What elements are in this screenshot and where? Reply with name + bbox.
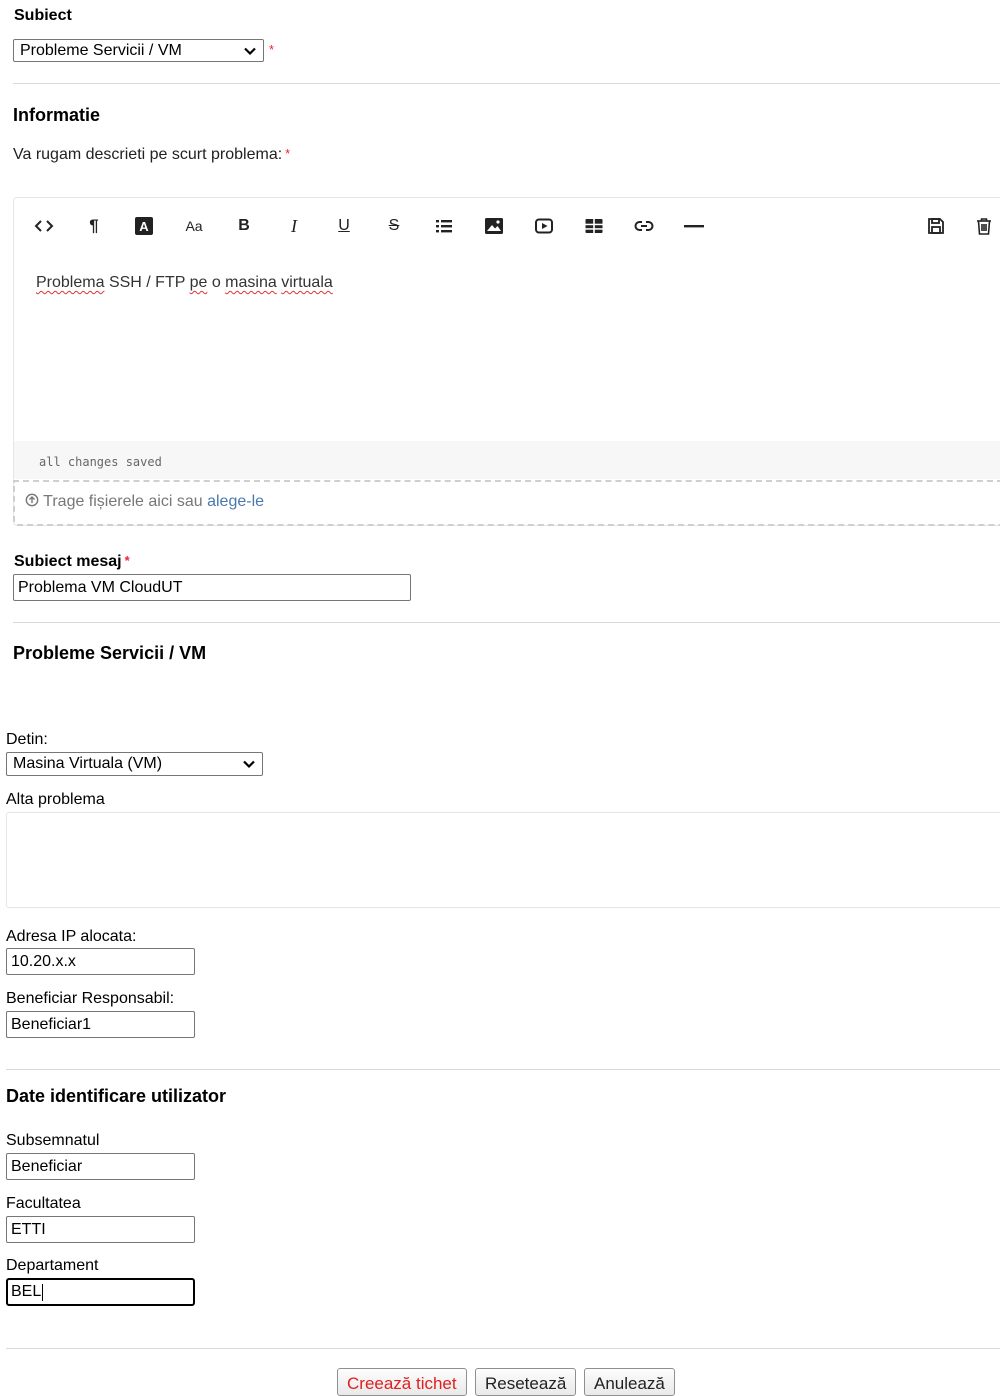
ip-input[interactable]: 10.20.x.x (6, 948, 195, 975)
divider (13, 83, 1000, 84)
faculty-input[interactable]: ETTI (6, 1216, 195, 1243)
table-button[interactable] (582, 214, 606, 238)
subject-required-mark: * (269, 42, 275, 57)
video-button[interactable] (532, 214, 556, 238)
rich-text-editor: ¶ A Aa B I U S Problema SSH / FTP pe o m… (13, 197, 1000, 526)
beneficiary-input[interactable]: Beneficiar1 (6, 1011, 195, 1038)
message-subject-required-mark: * (124, 553, 130, 568)
link-button[interactable] (632, 214, 656, 238)
editor-word: SSH / FTP (108, 274, 186, 291)
beneficiary-label: Beneficiar Responsabil: (6, 990, 175, 1007)
beneficiary-value: Beneficiar1 (11, 1015, 92, 1033)
text-color-icon: A (135, 217, 153, 235)
underline-button[interactable]: U (332, 214, 356, 238)
ip-label: Adresa IP alocata: (6, 928, 137, 945)
message-subject-input[interactable]: Problema VM CloudUT (13, 574, 411, 601)
paragraph-icon: ¶ (89, 216, 99, 235)
strikethrough-icon: S (388, 217, 400, 234)
horizontal-rule-button[interactable] (682, 214, 706, 238)
text-color-button[interactable]: A (132, 214, 156, 238)
reset-button[interactable]: Resetează (475, 1368, 577, 1396)
subject-select[interactable]: Probleme Servicii / VM (13, 39, 264, 62)
table-icon (585, 219, 603, 233)
faculty-value: ETTI (11, 1220, 46, 1238)
subject-select-value: Probleme Servicii / VM (20, 41, 182, 59)
message-subject-label: Subiect mesaj * (14, 553, 130, 571)
department-label: Departament (6, 1257, 99, 1274)
cancel-button[interactable]: Anulează (584, 1368, 675, 1396)
bold-button[interactable]: B (232, 214, 256, 238)
dropzone-text: Trage fișierele aici sau (43, 493, 203, 510)
faculty-label: Facultatea (6, 1195, 81, 1212)
upload-icon (25, 493, 39, 507)
department-input[interactable]: BEL (6, 1278, 195, 1306)
description-prompt: Va rugam descrieti pe scurt problema: * (13, 146, 290, 164)
editor-word: pe (189, 274, 208, 291)
editor-content[interactable]: Problema SSH / FTP pe o masina virtuala (36, 274, 333, 292)
subject-label: Subiect (14, 7, 72, 24)
detin-select[interactable]: Masina Virtuala (VM) (6, 752, 263, 776)
message-subject-value: Problema VM CloudUT (18, 578, 183, 596)
other-problem-textarea[interactable] (6, 812, 1000, 908)
font-size-icon: Aa (185, 218, 203, 234)
font-size-button[interactable]: Aa (182, 214, 206, 238)
divider (6, 1069, 1000, 1070)
link-icon (634, 221, 654, 231)
divider (6, 1348, 1000, 1349)
file-dropzone[interactable]: Trage fișierele aici sau alege-le (13, 480, 1000, 526)
other-problem-label: Alta problema (6, 791, 105, 808)
text-caret (42, 1283, 44, 1301)
italic-icon: I (291, 215, 297, 236)
editor-word: masina (225, 274, 277, 291)
video-icon (535, 218, 553, 234)
detin-select-value: Masina Virtuala (VM) (13, 755, 163, 772)
editor-word: o (211, 274, 221, 291)
chevron-down-icon (243, 760, 255, 769)
list-icon (436, 220, 452, 233)
department-value: BEL (11, 1283, 42, 1300)
detin-label: Detin: (6, 731, 48, 748)
italic-button[interactable]: I (282, 214, 306, 238)
bold-icon: B (238, 217, 250, 234)
list-button[interactable] (432, 214, 456, 238)
editor-word: Problema (36, 274, 105, 291)
description-prompt-text: Va rugam descrieti pe scurt problema: (13, 146, 283, 163)
save-button[interactable] (924, 214, 948, 238)
paragraph-button[interactable]: ¶ (82, 214, 106, 238)
user-identification-heading: Date identificare utilizator (6, 1086, 227, 1106)
strikethrough-button[interactable]: S (382, 214, 406, 238)
chevron-down-icon (244, 47, 256, 55)
code-icon (34, 220, 54, 232)
message-subject-label-text: Subiect mesaj (14, 553, 122, 570)
trash-icon (977, 218, 991, 235)
image-icon (485, 218, 503, 234)
create-ticket-button[interactable]: Creează tichet (337, 1368, 467, 1396)
code-view-button[interactable] (32, 214, 56, 238)
services-heading: Probleme Servicii / VM (13, 643, 207, 663)
delete-button[interactable] (972, 214, 996, 238)
editor-status: all changes saved (14, 441, 1000, 479)
divider (13, 622, 1000, 623)
save-icon (928, 218, 944, 234)
description-required-mark: * (285, 146, 291, 161)
information-heading: Informatie (13, 105, 101, 125)
underline-icon: U (338, 217, 350, 234)
undersigned-value: Beneficiar (11, 1157, 83, 1175)
undersigned-input[interactable]: Beneficiar (6, 1153, 195, 1180)
editor-word: virtuala (281, 274, 333, 291)
editor-toolbar: ¶ A Aa B I U S (14, 198, 1000, 252)
choose-files-link[interactable]: alege-le (207, 493, 264, 510)
image-button[interactable] (482, 214, 506, 238)
undersigned-label: Subsemnatul (6, 1132, 100, 1149)
horizontal-rule-icon (684, 225, 704, 228)
ip-value: 10.20.x.x (11, 952, 76, 970)
